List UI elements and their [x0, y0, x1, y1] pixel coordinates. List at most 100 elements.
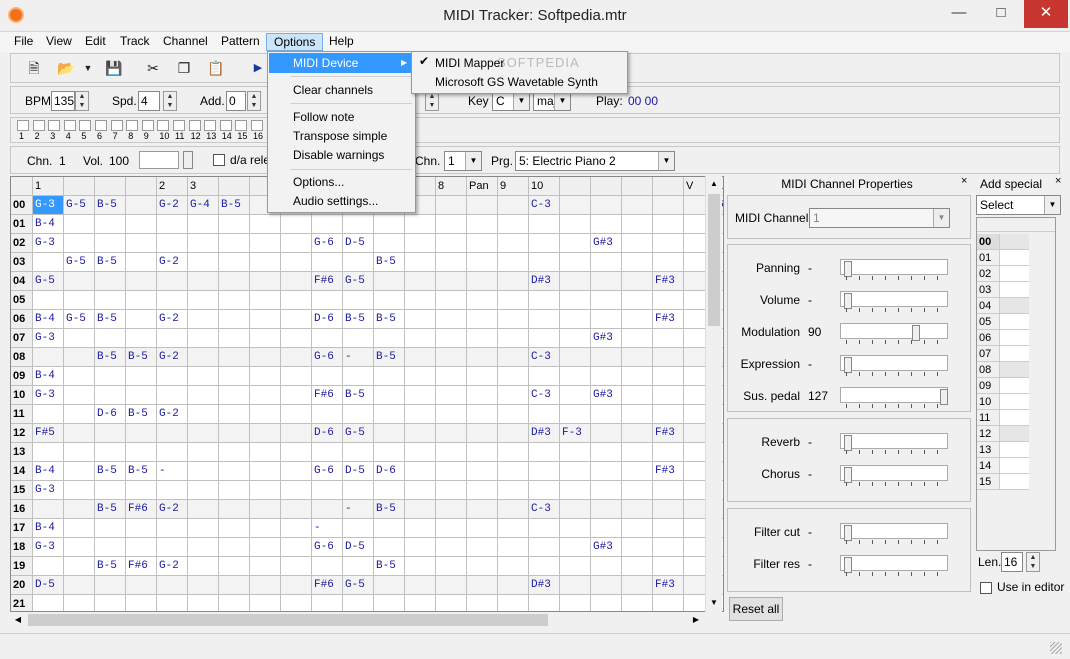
grid-cell[interactable] — [281, 386, 312, 405]
grid-cell[interactable] — [405, 348, 436, 367]
grid-cell[interactable] — [374, 538, 405, 557]
special-row-number[interactable]: 07 — [977, 346, 999, 362]
grid-cell[interactable] — [622, 500, 653, 519]
vertical-scrollbar[interactable]: ▲ ▼ — [705, 176, 722, 612]
grid-cell[interactable] — [157, 424, 188, 443]
grid-cell[interactable] — [436, 310, 467, 329]
volume-slider-thumb[interactable] — [183, 151, 193, 169]
grid-cell[interactable] — [64, 386, 95, 405]
channel-mute-box[interactable] — [188, 120, 201, 131]
grid-cell[interactable] — [560, 291, 591, 310]
grid-cell[interactable] — [33, 443, 64, 462]
special-row-number[interactable]: 00 — [977, 234, 999, 250]
grid-cell[interactable] — [653, 196, 684, 215]
grid-cell[interactable] — [591, 500, 622, 519]
slider-thumb[interactable] — [911, 325, 920, 341]
grid-cell[interactable] — [436, 519, 467, 538]
grid-cell[interactable]: B-5 — [126, 405, 157, 424]
grid-cell[interactable]: - — [343, 500, 374, 519]
grid-cell[interactable]: G-2 — [157, 405, 188, 424]
grid-cell[interactable] — [405, 367, 436, 386]
grid-cell[interactable] — [622, 234, 653, 253]
grid-cell[interactable] — [157, 234, 188, 253]
grid-cell[interactable] — [188, 215, 219, 234]
grid-cell[interactable] — [436, 557, 467, 576]
grid-cell[interactable] — [343, 367, 374, 386]
controller-slider[interactable] — [840, 555, 952, 577]
grid-cell[interactable] — [467, 424, 498, 443]
grid-cell[interactable] — [529, 253, 560, 272]
menu-options[interactable]: Options — [266, 33, 324, 51]
grid-cell[interactable] — [436, 405, 467, 424]
midi-mapper-item[interactable]: MIDI Mapper — [413, 53, 504, 73]
grid-cell[interactable] — [281, 443, 312, 462]
grid-cell[interactable] — [560, 272, 591, 291]
grid-cell[interactable] — [126, 196, 157, 215]
grid-cell[interactable] — [436, 234, 467, 253]
grid-cell[interactable] — [374, 234, 405, 253]
copy-icon[interactable]: ❐ — [173, 57, 195, 79]
grid-cell[interactable] — [622, 557, 653, 576]
grid-cell[interactable]: B-4 — [33, 519, 64, 538]
grid-cell[interactable] — [467, 443, 498, 462]
scroll-left-icon[interactable]: ◀ — [10, 612, 26, 628]
slider-thumb[interactable] — [940, 389, 948, 405]
grid-cell[interactable] — [64, 443, 95, 462]
grid-cell[interactable] — [529, 329, 560, 348]
grid-cell[interactable] — [560, 329, 591, 348]
grid-cell[interactable] — [653, 253, 684, 272]
slider-track[interactable] — [840, 555, 948, 571]
grid-cell[interactable]: G-3 — [33, 234, 64, 253]
grid-cell[interactable] — [250, 595, 281, 611]
grid-cell[interactable] — [560, 595, 591, 611]
horizontal-scrollbar[interactable]: ◀ ▶ — [10, 612, 724, 629]
grid-cell[interactable] — [126, 215, 157, 234]
grid-cell[interactable] — [560, 177, 591, 196]
grid-cell[interactable] — [250, 462, 281, 481]
grid-cell[interactable] — [374, 481, 405, 500]
minimize-icon[interactable]: — — [940, 0, 978, 28]
grid-cell[interactable] — [219, 481, 250, 500]
grid-cell[interactable] — [95, 291, 126, 310]
grid-cell[interactable] — [467, 519, 498, 538]
grid-cell[interactable] — [436, 253, 467, 272]
grid-cell[interactable] — [622, 348, 653, 367]
grid-cell[interactable] — [64, 329, 95, 348]
grid-cell[interactable] — [126, 443, 157, 462]
grid-cell[interactable] — [64, 462, 95, 481]
grid-cell[interactable] — [653, 234, 684, 253]
slider-thumb[interactable] — [843, 467, 852, 483]
special-row-number[interactable]: 12 — [977, 426, 999, 442]
grid-cell[interactable] — [126, 310, 157, 329]
grid-cell[interactable] — [219, 500, 250, 519]
grid-cell[interactable] — [653, 519, 684, 538]
grid-cell[interactable] — [467, 538, 498, 557]
grid-cell[interactable]: D-6 — [95, 405, 126, 424]
special-row-cell[interactable] — [999, 234, 1029, 250]
grid-cell[interactable] — [250, 367, 281, 386]
grid-cell[interactable]: G-3 — [33, 538, 64, 557]
grid-cell[interactable]: G-5 — [64, 310, 95, 329]
grid-cell[interactable] — [219, 405, 250, 424]
grid-cell[interactable] — [188, 405, 219, 424]
grid-cell[interactable] — [591, 405, 622, 424]
grid-cell[interactable] — [498, 386, 529, 405]
grid-cell[interactable] — [250, 310, 281, 329]
slider-thumb[interactable] — [843, 261, 852, 277]
special-row-number[interactable]: 05 — [977, 314, 999, 330]
grid-cell[interactable] — [591, 310, 622, 329]
grid-cell[interactable] — [312, 405, 343, 424]
grid-cell[interactable] — [95, 443, 126, 462]
grid-cell[interactable] — [95, 329, 126, 348]
grid-cell[interactable] — [653, 500, 684, 519]
grid-cell[interactable] — [250, 424, 281, 443]
grid-cell[interactable] — [529, 519, 560, 538]
grid-cell[interactable] — [498, 405, 529, 424]
grid-cell[interactable] — [281, 272, 312, 291]
grid-cell[interactable] — [529, 367, 560, 386]
grid-cell[interactable]: F#3 — [653, 310, 684, 329]
grid-cell[interactable] — [405, 253, 436, 272]
channel-mute-box[interactable] — [17, 120, 29, 131]
grid-cell[interactable] — [312, 595, 343, 611]
grid-cell[interactable] — [498, 291, 529, 310]
